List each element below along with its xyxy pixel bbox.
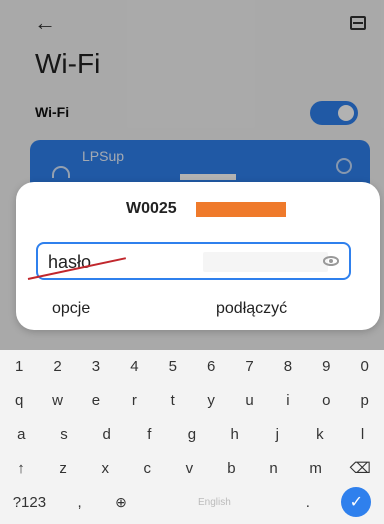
keyboard: 1 2 3 4 5 6 7 8 9 0 q w e r t y u i o p … (0, 348, 384, 524)
password-field[interactable]: hasło (36, 242, 351, 280)
key[interactable]: k (312, 426, 328, 443)
key[interactable]: f (141, 426, 157, 443)
show-password-icon[interactable] (323, 256, 339, 266)
space-key[interactable]: English (154, 497, 274, 508)
key[interactable]: z (55, 460, 71, 477)
key[interactable]: h (227, 426, 243, 443)
keyboard-row-zxcv: ↑ z x c v b n m ⌫ (0, 450, 384, 486)
keyboard-row-qwerty: q w e r t y u i o p (0, 382, 384, 418)
key[interactable]: w (50, 392, 66, 409)
backspace-icon[interactable]: ⌫ (350, 459, 371, 477)
keyboard-row-bottom: ?123 , ⊕ English . ✓ (0, 484, 384, 520)
keyboard-row-digits: 1 2 3 4 5 6 7 8 9 0 (0, 348, 384, 384)
key[interactable]: i (280, 392, 296, 409)
key[interactable]: m (308, 460, 324, 477)
key[interactable]: y (203, 392, 219, 409)
period-key[interactable]: . (300, 494, 316, 511)
key[interactable]: 6 (203, 358, 219, 375)
keyboard-row-asdf: a s d f g h j k l (0, 416, 384, 452)
key[interactable]: 3 (88, 358, 104, 375)
globe-icon[interactable]: ⊕ (113, 494, 129, 511)
dialog-ssid: W0025 (126, 200, 177, 217)
key[interactable]: 2 (50, 358, 66, 375)
key[interactable]: a (13, 426, 29, 443)
key[interactable]: 9 (318, 358, 334, 375)
symbols-key[interactable]: ?123 (13, 494, 46, 511)
key[interactable]: 0 (357, 358, 373, 375)
key[interactable]: n (266, 460, 282, 477)
key[interactable]: p (357, 392, 373, 409)
shift-icon[interactable]: ↑ (13, 460, 29, 477)
wifi-settings-screen: ← Wi-Fi Wi-Fi LPSup W0025 hasło opcje po… (0, 0, 384, 524)
password-blur (203, 252, 328, 272)
key[interactable]: q (11, 392, 27, 409)
key[interactable]: u (242, 392, 258, 409)
wifi-password-dialog: W0025 hasło opcje podłączyć (16, 182, 380, 330)
key[interactable]: v (181, 460, 197, 477)
comma-key[interactable]: , (72, 494, 88, 511)
key[interactable]: 7 (242, 358, 258, 375)
key[interactable]: s (56, 426, 72, 443)
key[interactable]: g (184, 426, 200, 443)
key[interactable]: 5 (165, 358, 181, 375)
options-button[interactable]: opcje (52, 300, 90, 318)
enter-checkmark-icon[interactable]: ✓ (341, 487, 372, 517)
key[interactable]: b (223, 460, 239, 477)
key[interactable]: 8 (280, 358, 296, 375)
key[interactable]: 4 (126, 358, 142, 375)
key[interactable]: 1 (11, 358, 27, 375)
key[interactable]: l (355, 426, 371, 443)
key[interactable]: d (99, 426, 115, 443)
key[interactable]: o (318, 392, 334, 409)
ssid-redaction (196, 202, 286, 217)
key[interactable]: j (269, 426, 285, 443)
connect-button[interactable]: podłączyć (216, 300, 287, 318)
key[interactable]: x (97, 460, 113, 477)
key[interactable]: t (165, 392, 181, 409)
key[interactable]: e (88, 392, 104, 409)
key[interactable]: r (126, 392, 142, 409)
key[interactable]: c (139, 460, 155, 477)
